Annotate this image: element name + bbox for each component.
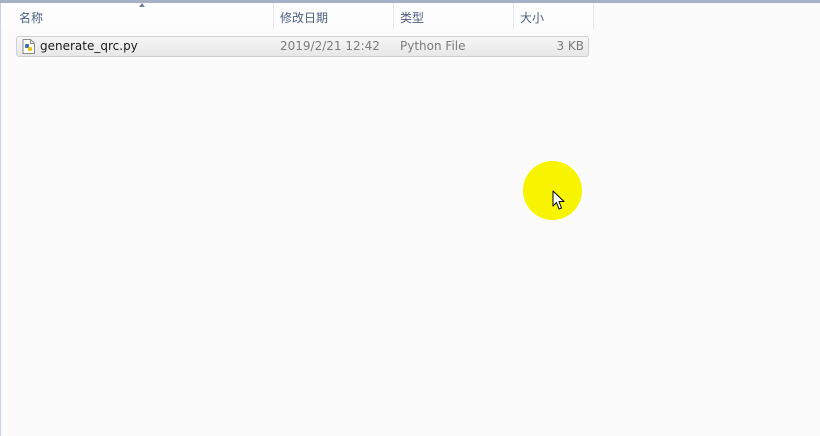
mouse-cursor-icon xyxy=(552,190,565,210)
column-header-type[interactable]: 类型 xyxy=(394,3,514,29)
sort-ascending-icon xyxy=(139,3,145,7)
file-name: generate_qrc.py xyxy=(40,39,138,53)
column-header-type-label: 类型 xyxy=(400,11,425,25)
column-header-name[interactable]: 名称 xyxy=(1,3,274,29)
column-header-date-label: 修改日期 xyxy=(280,11,329,25)
file-row[interactable]: generate_qrc.py 2019/2/21 12:42 Python F… xyxy=(16,36,589,57)
file-size: 3 KB xyxy=(556,39,584,53)
column-header-size[interactable]: 大小 xyxy=(514,3,594,29)
column-header-size-label: 大小 xyxy=(520,11,545,25)
file-type: Python File xyxy=(400,39,466,53)
file-modified-date: 2019/2/21 12:42 xyxy=(280,39,380,53)
window-left-border xyxy=(0,3,1,436)
column-header-date[interactable]: 修改日期 xyxy=(274,3,394,29)
python-file-icon xyxy=(22,39,35,54)
column-header-name-label: 名称 xyxy=(19,11,44,25)
column-header-bar: 名称 修改日期 类型 大小 xyxy=(1,3,594,29)
